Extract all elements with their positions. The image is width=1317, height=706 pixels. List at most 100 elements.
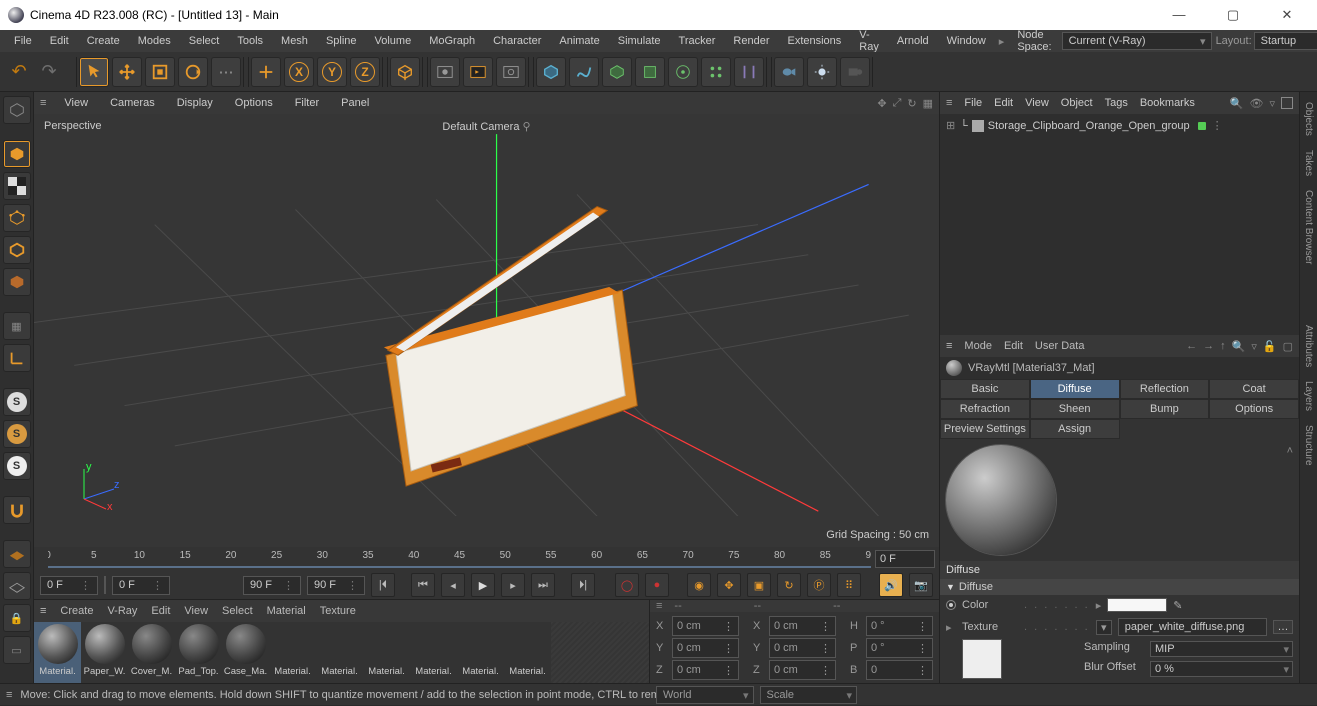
obj-eye-icon[interactable]: 👁 xyxy=(1250,97,1264,110)
menu-mesh[interactable]: Mesh xyxy=(273,32,316,50)
eyedropper-icon[interactable]: ✎ xyxy=(1173,599,1182,612)
color-expand-icon[interactable]: ▸ xyxy=(1096,599,1102,612)
lock-workplane-button[interactable]: 🔒 xyxy=(3,604,31,632)
tab-refraction[interactable]: Refraction xyxy=(940,399,1030,419)
redo-button[interactable]: ↷ xyxy=(36,59,62,85)
record-key-button[interactable]: ◯ xyxy=(615,573,639,597)
add-generator2-button[interactable] xyxy=(635,57,665,87)
texture-expand-icon[interactable]: ▸ xyxy=(946,621,956,634)
vp-menu-options[interactable]: Options xyxy=(232,95,276,111)
tab-options[interactable]: Options xyxy=(1209,399,1299,419)
menu-overflow-icon[interactable]: ▸ xyxy=(996,35,1008,48)
coord-b-rot[interactable]: 0⋮ xyxy=(866,660,933,680)
vp-menu-view[interactable]: View xyxy=(61,95,91,111)
workplane-1-button[interactable] xyxy=(3,540,31,568)
attr-lock-icon[interactable]: 🔓 xyxy=(1263,340,1277,353)
mat-menu-create[interactable]: Create xyxy=(60,605,93,617)
blur-offset-field[interactable]: 0 % xyxy=(1150,661,1293,677)
point-mode-button[interactable] xyxy=(3,204,31,232)
menu-file[interactable]: File xyxy=(6,32,40,50)
side-tab-layers[interactable]: Layers xyxy=(1302,377,1315,415)
attr-menu-userdata[interactable]: User Data xyxy=(1035,340,1085,352)
polygon-mode-button[interactable] xyxy=(3,268,31,296)
material-item[interactable]: Material. xyxy=(316,622,363,683)
render-view-button[interactable] xyxy=(430,57,460,87)
coord-menu-icon[interactable]: ≡ xyxy=(656,600,662,612)
menu-character[interactable]: Character xyxy=(485,32,549,50)
prev-frame-button[interactable]: ◂ xyxy=(441,573,465,597)
vp-menu-filter[interactable]: Filter xyxy=(292,95,322,111)
material-item[interactable]: Case_Ma. xyxy=(222,622,269,683)
viewport-menu-icon[interactable]: ≡ xyxy=(40,97,45,109)
material-list[interactable]: Material.Paper_W.Cover_M.Pad_Top.Case_Ma… xyxy=(34,622,649,683)
attr-menu-icon[interactable]: ≡ xyxy=(946,340,952,352)
timeline-ruler[interactable]: 051015202530354045505560657075808590 0 F xyxy=(34,547,939,571)
enable-axis-button[interactable]: ▦ xyxy=(3,312,31,340)
tab-assign[interactable]: Assign xyxy=(1030,419,1120,439)
last-tool-button[interactable]: ⋯ xyxy=(211,57,241,87)
marker-button[interactable]: 📷 xyxy=(909,573,933,597)
texture-path-field[interactable]: paper_white_diffuse.png xyxy=(1118,618,1267,636)
viewport-perspective[interactable]: Perspective Default Camera ⚲ Grid Spacin… xyxy=(34,114,939,547)
coord-y-pos[interactable]: 0 cm⋮ xyxy=(672,638,739,658)
timeline-end-field[interactable]: 0 F xyxy=(875,550,935,568)
menu-simulate[interactable]: Simulate xyxy=(610,32,669,50)
menu-spline[interactable]: Spline xyxy=(318,32,365,50)
material-name-label[interactable]: VRayMtl [Material37_Mat] xyxy=(968,362,1095,374)
diffuse-color-swatch[interactable] xyxy=(1107,598,1167,612)
menu-create[interactable]: Create xyxy=(79,32,128,50)
render-picture-viewer-button[interactable] xyxy=(463,57,493,87)
material-item[interactable]: Material. xyxy=(363,622,410,683)
material-item[interactable]: Paper_W. xyxy=(81,622,128,683)
attr-new-icon[interactable]: ▢ xyxy=(1283,340,1293,353)
menu-edit[interactable]: Edit xyxy=(42,32,77,50)
tree-render-dot[interactable]: ⋮ xyxy=(1212,119,1223,132)
axis-mode-button[interactable] xyxy=(3,344,31,372)
x-axis-toggle[interactable]: X xyxy=(284,57,314,87)
object-tree[interactable]: ⊞ └ Storage_Clipboard_Orange_Open_group … xyxy=(940,114,1299,335)
side-tab-content[interactable]: Content Browser xyxy=(1302,186,1315,268)
sampling-dropdown[interactable]: MIP xyxy=(1150,641,1293,657)
goto-next-key-button[interactable]: ⏭ xyxy=(531,573,555,597)
tab-diffuse[interactable]: Diffuse xyxy=(1030,379,1120,399)
obj-layout-icon[interactable] xyxy=(1281,97,1293,109)
coord-x-size[interactable]: 0 cm⋮ xyxy=(769,616,836,636)
side-tab-objects[interactable]: Objects xyxy=(1302,98,1315,140)
texture-thumbnail[interactable] xyxy=(962,639,1002,679)
texture-browse-button[interactable]: … xyxy=(1273,620,1293,634)
side-tab-takes[interactable]: Takes xyxy=(1302,146,1315,180)
coord-world-dropdown[interactable]: World xyxy=(656,686,754,704)
coord-x-pos[interactable]: 0 cm⋮ xyxy=(672,616,739,636)
attr-filter-icon[interactable]: ▿ xyxy=(1251,340,1257,353)
sound-button[interactable]: 🔊 xyxy=(879,573,903,597)
tab-coat[interactable]: Coat xyxy=(1209,379,1299,399)
next-frame-button[interactable]: ▸ xyxy=(501,573,525,597)
tab-sheen[interactable]: Sheen xyxy=(1030,399,1120,419)
material-item[interactable]: Material. xyxy=(457,622,504,683)
menu-render[interactable]: Render xyxy=(725,32,777,50)
attr-menu-edit[interactable]: Edit xyxy=(1004,340,1023,352)
menu-tools[interactable]: Tools xyxy=(229,32,271,50)
vp-zoom-icon[interactable]: ⤢ xyxy=(893,97,902,110)
vp-nav-icon[interactable]: ✥ xyxy=(877,97,886,110)
window-minimize-button[interactable]: — xyxy=(1161,7,1197,23)
node-space-dropdown[interactable]: Current (V-Ray) xyxy=(1062,32,1212,50)
add-deformer-button[interactable] xyxy=(734,57,764,87)
side-tab-structure[interactable]: Structure xyxy=(1302,421,1315,470)
texture-dropdown-arrow[interactable]: ▾ xyxy=(1096,620,1112,635)
keyframe-selection-button[interactable]: ◉ xyxy=(687,573,711,597)
key-rot-button[interactable]: ↻ xyxy=(777,573,801,597)
obj-menu-file[interactable]: File xyxy=(964,97,982,109)
attr-up-icon[interactable]: ↑ xyxy=(1220,340,1226,353)
obj-menu-edit[interactable]: Edit xyxy=(994,97,1013,109)
texture-mode-button[interactable] xyxy=(3,172,31,200)
locked-axis-tool[interactable] xyxy=(251,57,281,87)
coord-z-size[interactable]: 0 cm⋮ xyxy=(769,660,836,680)
coord-scale-dropdown[interactable]: Scale xyxy=(760,686,858,704)
material-item[interactable]: Material. xyxy=(269,622,316,683)
add-spline-button[interactable] xyxy=(569,57,599,87)
add-light-button[interactable] xyxy=(807,57,837,87)
mat-menu-vray[interactable]: V-Ray xyxy=(107,605,137,617)
tab-reflection[interactable]: Reflection xyxy=(1120,379,1210,399)
material-item[interactable]: Material. xyxy=(504,622,551,683)
